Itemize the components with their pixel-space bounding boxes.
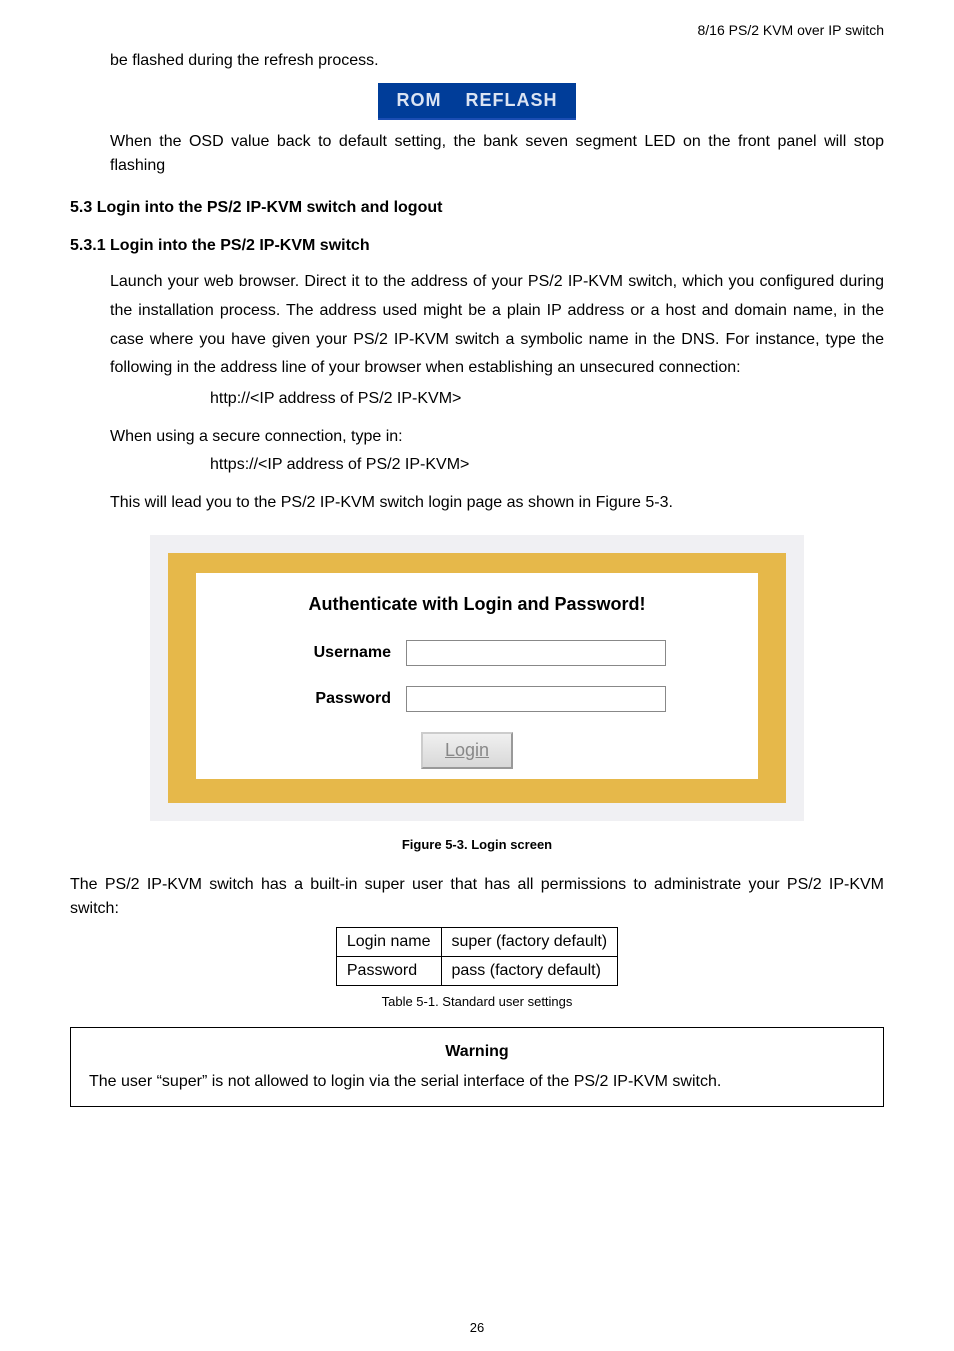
password-label: Password	[226, 687, 406, 711]
username-label: Username	[226, 641, 406, 665]
warning-body: The user “super” is not allowed to login…	[89, 1070, 865, 1094]
section-5-3-heading: 5.3 Login into the PS/2 IP-KVM switch an…	[70, 196, 884, 220]
creds-login-val: super (factory default)	[441, 927, 618, 956]
intro-line-1: be flashed during the refresh process.	[110, 49, 884, 73]
warning-box: Warning The user “super” is not allowed …	[70, 1027, 884, 1107]
page-number: 26	[0, 1318, 954, 1338]
header-product-label: 8/16 PS/2 KVM over IP switch	[70, 20, 884, 41]
intro-line-2: When the OSD value back to default setti…	[110, 130, 884, 178]
credentials-table: Login name super (factory default) Passw…	[336, 927, 618, 986]
secure-url: https://<IP address of PS/2 IP-KVM>	[210, 453, 884, 477]
section-5-3-1-p2: When using a secure connection, type in:	[110, 425, 884, 449]
login-button[interactable]: Login	[421, 732, 513, 769]
rom-reflash-right: REFLASH	[466, 90, 558, 110]
creds-password-val: pass (factory default)	[441, 956, 618, 985]
login-heading: Authenticate with Login and Password!	[196, 591, 758, 618]
creds-login-key: Login name	[336, 927, 441, 956]
table-row: Login name super (factory default)	[336, 927, 617, 956]
unsecured-url: http://<IP address of PS/2 IP-KVM>	[210, 387, 884, 411]
section-5-3-1-p3: This will lead you to the PS/2 IP-KVM sw…	[110, 491, 884, 515]
username-input[interactable]	[406, 640, 666, 666]
section-5-3-1-p1: Launch your web browser. Direct it to th…	[110, 268, 884, 383]
warning-title: Warning	[89, 1040, 865, 1064]
rom-reflash-left: ROM	[396, 90, 441, 110]
table-5-1-caption: Table 5-1. Standard user settings	[70, 992, 884, 1012]
creds-password-key: Password	[336, 956, 441, 985]
rom-reflash-image: ROM REFLASH	[70, 83, 884, 120]
table-row: Password pass (factory default)	[336, 956, 617, 985]
super-user-intro: The PS/2 IP-KVM switch has a built-in su…	[70, 873, 884, 921]
section-5-3-1-heading: 5.3.1 Login into the PS/2 IP-KVM switch	[70, 234, 884, 258]
password-input[interactable]	[406, 686, 666, 712]
login-screenshot: Authenticate with Login and Password! Us…	[150, 535, 804, 821]
figure-5-3-caption: Figure 5-3. Login screen	[70, 835, 884, 855]
